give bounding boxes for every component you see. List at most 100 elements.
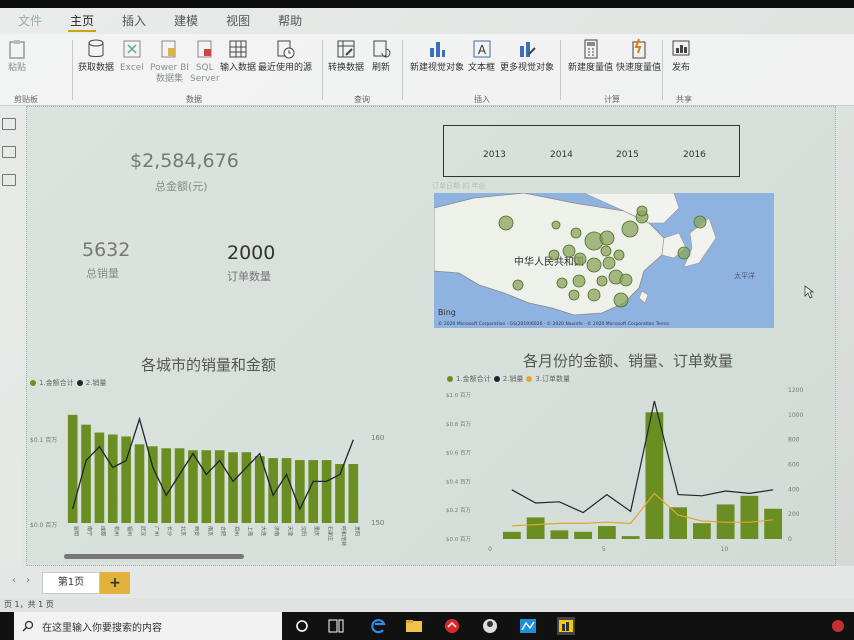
slicer-year-2015[interactable]: 2015 [616,150,639,160]
chart-bar [228,452,238,523]
right-chart-legend: 1.金额合计 2.销量 3.订单数量 [447,374,570,384]
monitor-bezel [0,0,854,8]
task-view-icon[interactable] [326,617,346,635]
windows-taskbar: 在这里输入你要搜索的内容 [0,612,854,640]
chart-bar [281,458,292,523]
svg-text:A: A [477,43,486,57]
y-tick-label: $0.0 百万 [30,522,57,529]
publish-button[interactable]: 发布 [670,38,692,74]
excel-icon [123,40,141,58]
chart-bar [107,434,118,523]
view-switcher [0,106,22,566]
quick-measure-button[interactable]: 快速度量值 [616,38,661,74]
transform-data-button[interactable]: 转换数据 [328,38,364,74]
app-red-icon[interactable] [442,617,462,635]
x-tick-label: 沈阳 [300,526,307,536]
legend-sales-swatch [493,376,500,382]
legend-amount-swatch [30,380,36,386]
cortana-icon[interactable] [292,617,312,635]
x-tick-label: 西安 [193,526,200,536]
powerbi-taskbar-icon[interactable] [556,617,576,635]
add-page-button[interactable]: + [100,572,130,594]
bubble-map[interactable]: 中华人民共和国 太平洋 Bing © 2020 Microsoft Corpor… [434,193,774,328]
taskbar-search[interactable]: 在这里输入你要搜索的内容 [14,612,282,640]
tab-home[interactable]: 主页 [56,8,108,34]
enter-data-button[interactable]: 输入数据 [220,38,256,74]
slicer-year-2014[interactable]: 2014 [550,150,573,160]
y2-tick-label: 400 [788,486,800,493]
data-view-icon[interactable] [2,146,16,158]
x-tick-label: 郑州 [233,526,240,536]
map-caption: 订单日期 的 年份 [432,182,486,190]
app-avatar-icon[interactable] [480,617,500,635]
report-view-icon[interactable] [2,118,16,130]
tab-help[interactable]: 帮助 [264,8,316,34]
ribbon-separator [662,40,663,100]
calculator-icon [584,39,597,59]
legend-amount-swatch [447,376,453,382]
tab-file[interactable]: 文件 [4,8,56,34]
x-tick-label: 重庆 [313,526,320,536]
chart-bar [550,530,569,539]
slicer-year-2016[interactable]: 2016 [683,150,706,160]
new-visual-button[interactable]: 新建视觉对象 [410,38,464,74]
quick-measure-label: 快速度量值 [616,63,662,73]
file-explorer-icon[interactable] [404,617,424,635]
y2-tick-label: 1200 [788,387,803,394]
more-visuals-icon [520,42,536,57]
textbox-button[interactable]: A 文本框 [468,38,495,74]
chart-bar [201,450,212,523]
notification-icon[interactable] [828,617,848,635]
tab-insert[interactable]: 插入 [108,8,160,34]
y2-tick-label: 150 [371,519,384,527]
year-slicer[interactable]: 2013 2014 2015 2016 [443,125,740,177]
kpi-amount-value: $2,584,676 [130,150,239,172]
x-tick-label: 武汉 [140,526,147,536]
y2-tick-label: 200 [788,511,800,518]
refresh-button[interactable]: 刷新 [370,38,392,74]
slicer-year-2013[interactable]: 2013 [483,150,506,160]
legend-sales-swatch [76,380,83,386]
x-tick-label: 南京 [206,526,213,536]
x-tick-label: 贵阳 [353,526,360,536]
get-data-button[interactable]: 获取数据 [78,38,114,74]
group-insert: 插入 [474,95,490,104]
sql-server-button[interactable]: SQL Server [190,38,220,85]
recent-icon [277,40,295,59]
tab-view[interactable]: 视图 [212,8,264,34]
app-blue-icon[interactable] [518,617,538,635]
chart-bar [241,452,252,523]
group-clipboard: 剪贴板 [14,95,38,104]
chart-bar [148,446,158,523]
city-sales-chart: $0.1 百万 $0.0 百万 160 150 昆明 南宁 成都 杭州 福州 武汉 广州 长沙 北京 西安… [30,414,384,546]
recent-sources-button[interactable]: 最近使用的源 [258,38,312,74]
y-tick-label: $0.1 百万 [30,437,57,444]
legend-amount-label: 1.金额合计 [39,379,74,387]
more-visuals-button[interactable]: 更多视觉对象 [500,38,554,74]
chart-bar [526,517,545,539]
taskbar-search-text: 在这里输入你要搜索的内容 [42,622,162,634]
clipboard-icon [9,40,25,59]
status-bar: 页 1，共 1 页 [0,598,854,612]
horizontal-scrollbar[interactable] [64,554,244,559]
x-tick-label: 10 [721,546,729,553]
paste-button[interactable]: 粘贴 [6,38,28,74]
y-tick-label: $1.0 百万 [446,392,471,399]
new-measure-button[interactable]: 新建度量值 [568,38,613,74]
ribbon-separator [402,40,403,100]
bar-chart-icon [430,42,445,57]
prev-page-icon[interactable]: ‹ [12,575,16,586]
sql-icon [197,40,212,58]
model-view-icon[interactable] [2,174,16,186]
tab-modeling[interactable]: 建模 [160,8,212,34]
page-tab-1[interactable]: 第1页 [42,572,100,594]
x-tick-label: 杭州 [113,526,120,536]
powerbi-dataset-button[interactable]: Power BI 数据集 [150,38,189,85]
left-chart-legend: 1.金额合计 2.销量 [30,378,106,388]
sales-line [511,400,774,514]
excel-button[interactable]: Excel [120,38,144,74]
kpi-sales-value: 5632 [82,239,131,261]
edge-browser-icon[interactable] [368,617,388,635]
table-icon [229,40,247,58]
next-page-icon[interactable]: › [26,575,30,586]
